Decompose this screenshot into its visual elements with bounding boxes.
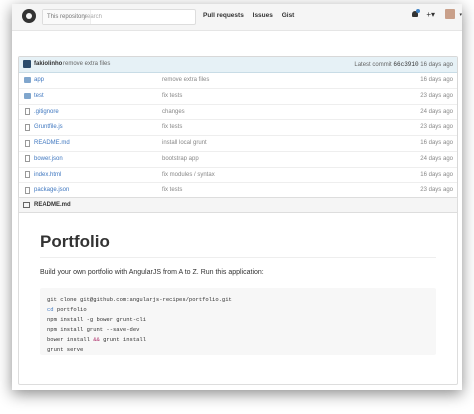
folder-icon — [24, 77, 31, 83]
commit-author[interactable]: fakiolinho — [34, 57, 62, 72]
readme-header: README.md — [19, 198, 457, 213]
readme-title: Portfolio — [40, 232, 436, 258]
file-icon — [25, 155, 30, 163]
commit-sha[interactable]: 66c3910 — [393, 61, 418, 68]
file-rows: app remove extra files 16 days ago test fix … — [19, 73, 457, 198]
code-block: git clone git@github.com:angularjs-recip… — [40, 288, 436, 355]
code-line: bower install && grunt install — [47, 336, 147, 343]
file-commit-message[interactable]: remove extra files — [162, 73, 209, 88]
chevron-down-icon[interactable]: ▾ — [459, 12, 462, 18]
nav-gist[interactable]: Gist — [282, 12, 295, 19]
code-keyword: cd — [47, 306, 54, 313]
github-logo-icon[interactable] — [22, 9, 36, 23]
commit-author-avatar[interactable] — [23, 60, 31, 68]
file-row[interactable]: index.html fix modules / syntax 16 days ag… — [19, 166, 457, 183]
commit-meta: Latest commit 66c3910 16 days ago — [354, 57, 453, 73]
code-line: npm install grunt --save-dev — [47, 326, 140, 333]
latest-commit-label: Latest commit — [354, 62, 392, 68]
file-age: 16 days ago — [420, 140, 453, 146]
file-icon — [25, 108, 30, 115]
code-line: git clone git@github.com:angularjs-recip… — [47, 296, 232, 303]
file-icon — [25, 139, 30, 147]
file-name-link[interactable]: .gitignore — [34, 105, 59, 120]
code-line: npm install -g bower grunt-cli — [47, 316, 147, 323]
file-row[interactable]: Gruntfile.js fix tests 23 days ago — [19, 119, 457, 135]
file-name-link[interactable]: index.html — [34, 168, 61, 183]
file-name-link[interactable]: package.json — [34, 183, 69, 198]
file-commit-message[interactable]: bootstrap app — [162, 152, 199, 167]
file-commit-message[interactable]: fix tests — [162, 89, 182, 104]
file-commit-message[interactable]: fix tests — [162, 183, 182, 198]
file-row[interactable]: test fix tests 23 days ago — [19, 87, 457, 104]
file-age: 24 days ago — [420, 155, 453, 162]
file-name-link[interactable]: test — [34, 89, 44, 104]
create-new-button[interactable]: +▾ — [426, 10, 435, 19]
nav-issues[interactable]: Issues — [253, 12, 273, 19]
search-input[interactable] — [83, 11, 187, 22]
file-icon — [25, 171, 30, 178]
file-row[interactable]: .gitignore changes 24 days ago — [19, 103, 457, 120]
file-age: 16 days ago — [420, 171, 453, 178]
file-name-link[interactable]: app — [34, 73, 44, 88]
commit-age: 16 days ago — [420, 62, 453, 68]
file-row[interactable]: README.md install local grunt 16 days ago — [19, 135, 457, 151]
readme-filename: README.md — [34, 202, 71, 208]
file-commit-message[interactable]: changes — [162, 105, 185, 120]
file-row[interactable]: package.json fix tests 23 days ago — [19, 182, 457, 198]
readme-intro: Build your own portfolio with AngularJS … — [40, 269, 264, 276]
browser-window: This repository Pull requests Issues Gis… — [12, 4, 462, 390]
file-age: 24 days ago — [420, 108, 453, 115]
file-age: 23 days ago — [420, 92, 453, 99]
commit-message[interactable]: remove extra files — [63, 57, 110, 72]
file-row[interactable]: bower.json bootstrap app 24 days ago — [19, 150, 457, 167]
code-line: cd portfolio — [47, 306, 87, 313]
file-name-link[interactable]: Gruntfile.js — [34, 120, 63, 135]
code-operator: && — [93, 336, 100, 343]
github-header: This repository Pull requests Issues Gis… — [12, 4, 462, 31]
nav-pull-requests[interactable]: Pull requests — [203, 12, 244, 19]
file-age: 23 days ago — [420, 124, 453, 131]
file-name-link[interactable]: README.md — [34, 136, 70, 151]
file-commit-message[interactable]: fix tests — [162, 120, 182, 135]
file-commit-message[interactable]: install local grunt — [162, 136, 207, 151]
search-box[interactable]: This repository — [42, 9, 196, 25]
header-nav: Pull requests Issues Gist — [203, 12, 301, 19]
file-age: 16 days ago — [420, 77, 453, 83]
file-commit-message[interactable]: fix modules / syntax — [162, 168, 215, 183]
code-line: grunt serve — [47, 346, 84, 353]
notification-indicator-icon — [416, 9, 420, 13]
user-avatar[interactable] — [445, 9, 455, 19]
readme-panel: README.md Portfolio Build your own portf… — [18, 197, 458, 385]
book-icon — [23, 202, 30, 208]
latest-commit-bar: fakiolinho remove extra files Latest com… — [19, 57, 457, 73]
file-row[interactable]: app remove extra files 16 days ago — [19, 73, 457, 88]
file-name-link[interactable]: bower.json — [34, 152, 63, 167]
file-age: 23 days ago — [420, 187, 453, 194]
folder-icon — [24, 92, 31, 99]
file-icon — [25, 186, 30, 194]
file-icon — [25, 123, 30, 131]
file-list: fakiolinho remove extra files Latest com… — [18, 56, 458, 199]
